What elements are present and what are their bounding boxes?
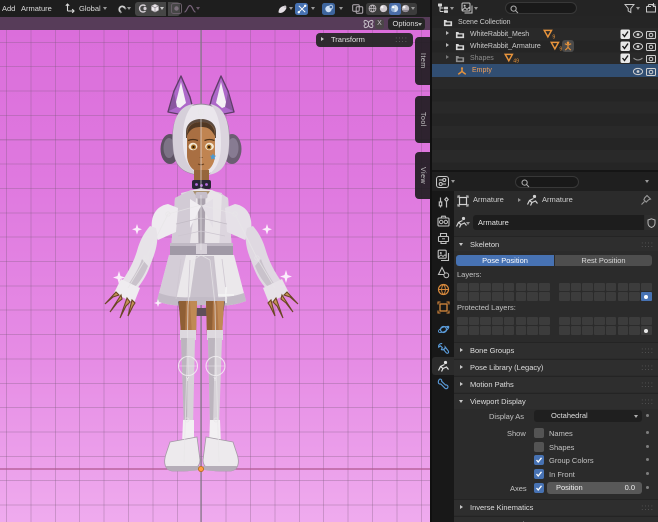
svg-text:49: 49 [513,58,519,63]
svg-text:9: 9 [552,34,555,39]
